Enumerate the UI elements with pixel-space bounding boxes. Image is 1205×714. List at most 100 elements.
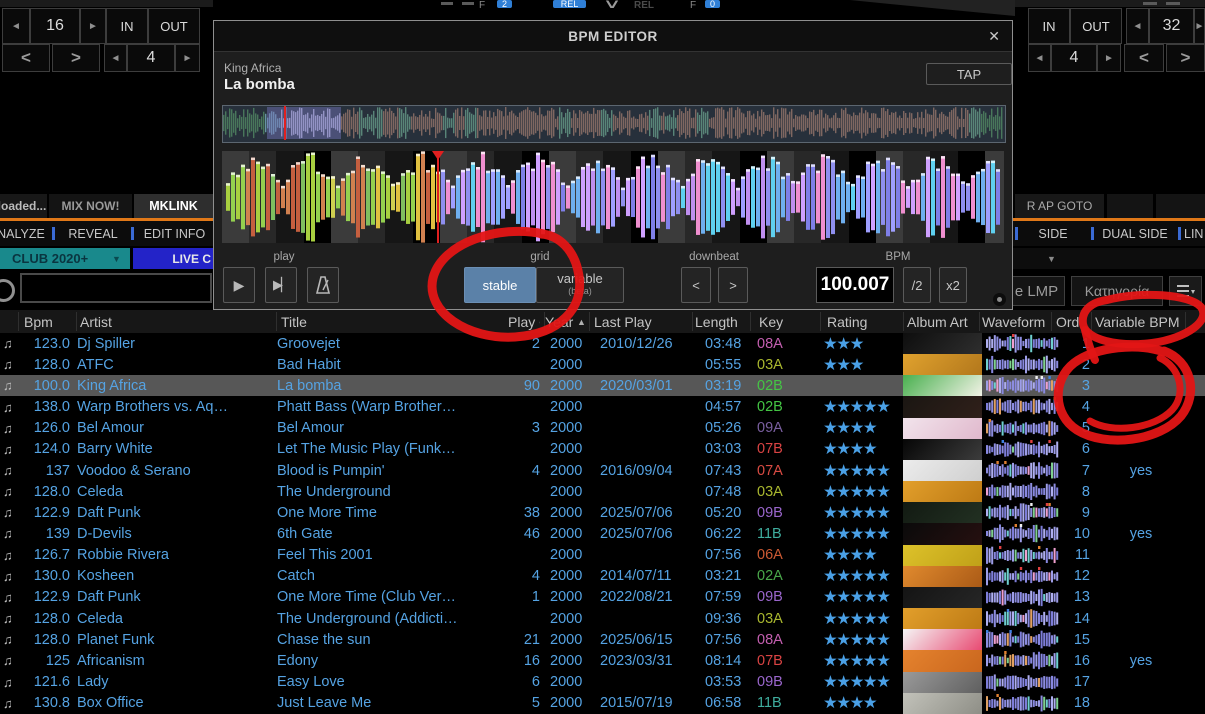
table-row[interactable]: ♫121.6LadyEasy Love6200003:5309B★★★★★17 [0,672,1205,693]
chevron-down-icon[interactable]: ∨ [582,0,642,8]
grid-variable-button[interactable]: variable (beta) [536,267,624,303]
live-button[interactable]: LIVE C [133,248,213,269]
category-button[interactable]: Κατηγορία [1071,276,1163,306]
right-dropdown[interactable]: ▼ [1013,248,1205,269]
table-row[interactable]: ♫125AfricanismEdony1620002023/03/3108:14… [0,650,1205,671]
bpm-value-display[interactable]: 100.007 [816,267,894,303]
table-row[interactable]: ♫137Voodoo & SeranoBlood is Pumpin'42000… [0,460,1205,481]
table-row[interactable]: ♫130.8Box OfficeJust Leave Me520002015/0… [0,693,1205,714]
beatgrid-waveform[interactable] [222,151,1004,243]
cell-key: 09A [757,418,797,439]
cell-bpm: 137 [20,460,70,481]
loop-increase-button[interactable]: ► [80,8,106,44]
tracklist-header[interactable]: BpmArtistTitlePlay CYear▲Last PlayLength… [0,310,1205,333]
cell-order: 12 [1040,566,1090,587]
column-header-bpm[interactable]: Bpm [24,310,74,333]
cell-title: Feel This 2001 [277,545,502,566]
table-row[interactable]: ♫126.7Robbie RiveraFeel This 2001200007:… [0,545,1205,566]
table-row[interactable]: ♫124.0Barry WhiteLet The Music Play (Fun… [0,439,1205,460]
loop-out-button[interactable]: OUT [148,8,200,44]
table-row[interactable]: ♫100.0King AfricaLa bomba9020002020/03/0… [0,375,1205,396]
play-button[interactable]: ▶ [223,267,255,303]
grid-stable-button[interactable]: stable [464,267,536,303]
loop-in-button[interactable]: IN [106,8,148,44]
cell-length: 05:55 [705,354,751,375]
beats-decrease-button-right[interactable]: ◄ [1028,44,1051,72]
column-header-key[interactable]: Key [759,310,799,333]
table-row[interactable]: ♫122.9Daft PunkOne More Time3820002025/0… [0,502,1205,523]
cell-year: 2000 [550,354,590,375]
reveal-button[interactable]: REVEAL [58,222,128,246]
filter-dropdown[interactable]: CLUB 2020+ ▼ [0,248,130,269]
next-beat-button[interactable]: ▶▏ [265,267,297,303]
metronome-button[interactable] [307,267,339,303]
column-header-last-play[interactable]: Last Play [594,310,684,333]
move-right-button[interactable]: > [52,44,100,72]
lmp-button[interactable]: e LMP [1008,276,1065,306]
tab-r-ap-goto[interactable]: R AP GOTO [1015,194,1104,218]
column-header-title[interactable]: Title [281,310,481,333]
beats-increase-button-right[interactable]: ► [1097,44,1121,72]
tab-mix-now[interactable]: MIX NOW! [49,194,132,218]
tab-mklink[interactable]: MKLINK [134,194,213,218]
column-header-ord[interactable]: Ord [1056,310,1080,333]
move-left-button[interactable]: < [2,44,50,72]
bpm-half-button[interactable]: /2 [903,267,931,303]
table-row[interactable]: ♫126.0Bel AmourBel Amour3200005:2609A★★★… [0,418,1205,439]
dialog-track-title: La bomba [224,76,295,93]
tab-empty[interactable] [1156,194,1205,218]
rel-button-inactive[interactable]: REL [634,0,654,8]
table-row[interactable]: ♫139D-Devils6th Gate4620002025/07/0606:2… [0,523,1205,544]
table-row[interactable]: ♫122.9Daft PunkOne More Time (Club Ver…1… [0,587,1205,608]
cell-bpm: 138.0 [20,396,70,417]
cell-bpm: 128.0 [20,608,70,629]
table-row[interactable]: ♫128.0Planet FunkChase the sun2120002025… [0,629,1205,650]
column-header-year[interactable]: Year [545,310,579,333]
tap-button[interactable]: TAP [926,63,1012,85]
resize-knob[interactable] [993,293,1006,306]
sort-menu-button[interactable] [1169,276,1202,306]
cell-order: 2 [1040,354,1090,375]
downbeat-next-button[interactable]: > [718,267,748,303]
overview-waveform[interactable] [222,105,1006,143]
cell-length: 05:26 [705,418,751,439]
search-input[interactable] [20,273,212,303]
table-row[interactable]: ♫128.0CeledaThe Underground (Addicti…200… [0,608,1205,629]
column-header-album-art[interactable]: Album Art [907,310,979,333]
table-row[interactable]: ♫130.0KosheenCatch420002014/07/1103:2102… [0,566,1205,587]
table-row[interactable]: ♫138.0Warp Brothers vs. Aq…Phatt Bass (W… [0,396,1205,417]
edit-info-button[interactable]: EDIT INFO [136,222,213,246]
close-icon[interactable]: ✕ [988,28,1000,45]
table-row[interactable]: ♫123.0Dj SpillerGroovejet220002010/12/26… [0,333,1205,354]
column-header-waveform[interactable]: Waveform [982,310,1054,333]
cell-year: 2000 [550,502,590,523]
cell-variable-bpm [1092,587,1190,608]
cell-title: The Underground [277,481,502,502]
loop-in-button-right[interactable]: IN [1028,8,1070,44]
loop-out-button-right[interactable]: OUT [1070,8,1122,44]
move-right-button-right[interactable]: > [1166,44,1205,72]
bpm-double-button[interactable]: x2 [939,267,967,303]
beats-increase-button[interactable]: ► [175,44,200,72]
column-header-length[interactable]: Length [695,310,747,333]
column-header-artist[interactable]: Artist [80,310,230,333]
tab-loaded[interactable]: loaded... [0,194,47,218]
dual-side-button[interactable]: DUAL SIDE [1096,222,1174,246]
loop-increase-button-right[interactable]: ► [1194,8,1205,44]
downbeat-prev-button[interactable]: < [681,267,711,303]
analyze-button[interactable]: NALYZE [0,222,48,246]
side-button[interactable]: SIDE [1020,222,1086,246]
column-header-variable-bpm[interactable]: Variable BPM [1095,310,1187,333]
lin-button[interactable]: LIN [1184,222,1205,246]
dialog-titlebar[interactable]: BPM EDITOR ✕ [214,21,1012,52]
loop-decrease-button[interactable]: ◄ [2,8,30,44]
move-left-button-right[interactable]: < [1124,44,1164,72]
beats-decrease-button[interactable]: ◄ [104,44,127,72]
table-row[interactable]: ♫128.0ATFCBad Habit200005:5503A★★★2 [0,354,1205,375]
loop-decrease-button-right[interactable]: ◄ [1126,8,1149,44]
column-header-play-c[interactable]: Play C [508,310,540,333]
table-row[interactable]: ♫128.0CeledaThe Underground200007:4803A★… [0,481,1205,502]
column-header-rating[interactable]: Rating [827,310,899,333]
cell-length: 08:14 [705,650,751,671]
tab-empty[interactable] [1107,194,1153,218]
